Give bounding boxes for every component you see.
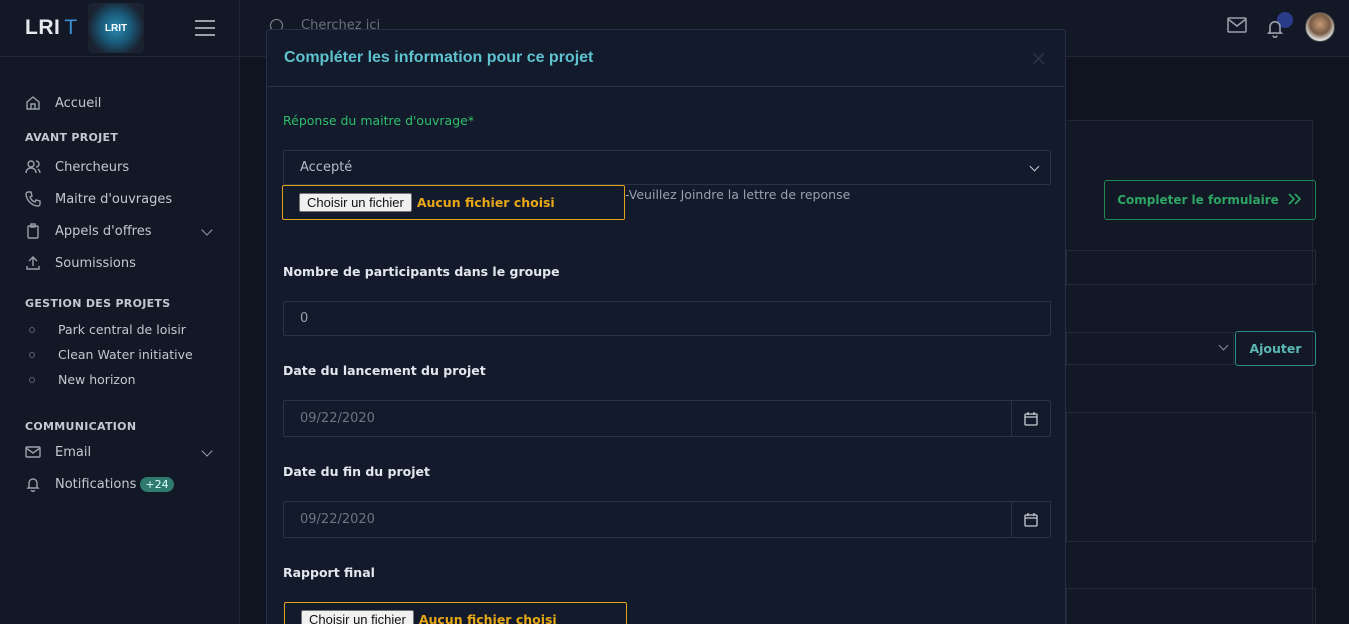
bullet-icon (29, 326, 35, 333)
project-item[interactable]: New horizon (0, 367, 239, 392)
file-status: Aucun fichier choisi (416, 195, 555, 210)
start-date-label: Date du lancement du projet (283, 363, 486, 378)
brand[interactable]: LRI T LRIT (0, 0, 239, 57)
end-date-input[interactable]: 09/22/2020 (283, 501, 1051, 538)
hamburger-menu-icon[interactable] (195, 20, 215, 36)
background-input[interactable] (1066, 588, 1316, 624)
home-icon (25, 95, 41, 111)
close-icon[interactable]: × (1030, 46, 1047, 70)
nav-item-maitre-ouvrages[interactable]: Maitre d'ouvrages (0, 183, 239, 215)
bullet-icon (29, 351, 35, 358)
participants-input[interactable]: 0 (283, 301, 1051, 336)
double-chevron-right-icon (1287, 192, 1303, 208)
sidebar: LRI T LRIT Accueil AVANT PROJET Chercheur… (0, 0, 240, 624)
notifications-badge: +24 (140, 476, 174, 492)
chevron-down-icon (1029, 161, 1040, 172)
complete-form-button[interactable]: Completer le formulaire (1104, 180, 1316, 220)
nav-item-notifications[interactable]: Notifications +24 (0, 468, 239, 500)
background-input[interactable] (1066, 250, 1316, 285)
modal-title: Compléter les information pour ce projet (284, 49, 594, 66)
mail-icon[interactable] (1227, 17, 1247, 37)
file-hint: -Veuillez Joindre la lettre de reponse (625, 187, 851, 202)
nav-item-email[interactable]: Email (0, 436, 239, 468)
nav-item-chercheurs[interactable]: Chercheurs (0, 151, 239, 183)
brand-logo: LRIT (88, 3, 144, 53)
nav-item-appels-offres[interactable]: Appels d'offres (0, 215, 239, 247)
calendar-icon[interactable] (1011, 502, 1050, 537)
bell-icon (25, 476, 41, 492)
user-avatar[interactable] (1305, 12, 1335, 42)
response-label: Réponse du maitre d'ouvrage* (283, 113, 475, 128)
choose-file-button[interactable]: Choisir un fichier (299, 193, 412, 212)
choose-file-button[interactable]: Choisir un fichier (301, 610, 414, 624)
file-status: Aucun fichier choisi (418, 612, 557, 624)
bullet-icon (29, 376, 35, 383)
end-date-label: Date du fin du projet (283, 464, 430, 479)
add-button[interactable]: Ajouter (1235, 331, 1316, 366)
background-select[interactable] (1066, 332, 1234, 365)
response-file-input[interactable]: Choisir un fichier Aucun fichier choisi (282, 185, 625, 220)
complete-project-modal: Compléter les information pour ce projet… (266, 29, 1066, 624)
phone-icon (25, 191, 41, 207)
participants-label: Nombre de participants dans le groupe (283, 264, 560, 279)
clipboard-icon (25, 223, 41, 239)
project-item[interactable]: Clean Water initiative (0, 342, 239, 367)
section-communication: COMMUNICATION (25, 420, 137, 433)
brand-name: LRI T (25, 16, 78, 39)
notifications-bell[interactable] (1265, 12, 1293, 39)
mail-icon (25, 444, 41, 460)
final-report-file-input[interactable]: Choisir un fichier Aucun fichier choisi (284, 602, 627, 624)
upload-icon (25, 255, 41, 271)
bell-icon (1266, 21, 1284, 39)
nav-item-soumissions[interactable]: Soumissions (0, 247, 239, 279)
calendar-icon[interactable] (1011, 401, 1050, 436)
final-report-label: Rapport final (283, 565, 375, 580)
chevron-down-icon (201, 445, 213, 457)
response-select[interactable]: Accepté (283, 150, 1051, 185)
users-icon (25, 159, 41, 175)
project-item[interactable]: Park central de loisir (0, 317, 239, 342)
chevron-down-icon (201, 224, 213, 236)
background-textarea[interactable] (1066, 412, 1316, 542)
start-date-input[interactable]: 09/22/2020 (283, 400, 1051, 437)
section-avant-projet: AVANT PROJET (25, 131, 119, 144)
section-gestion-projets: GESTION DES PROJETS (25, 297, 171, 310)
nav-item-accueil[interactable]: Accueil (0, 87, 239, 119)
